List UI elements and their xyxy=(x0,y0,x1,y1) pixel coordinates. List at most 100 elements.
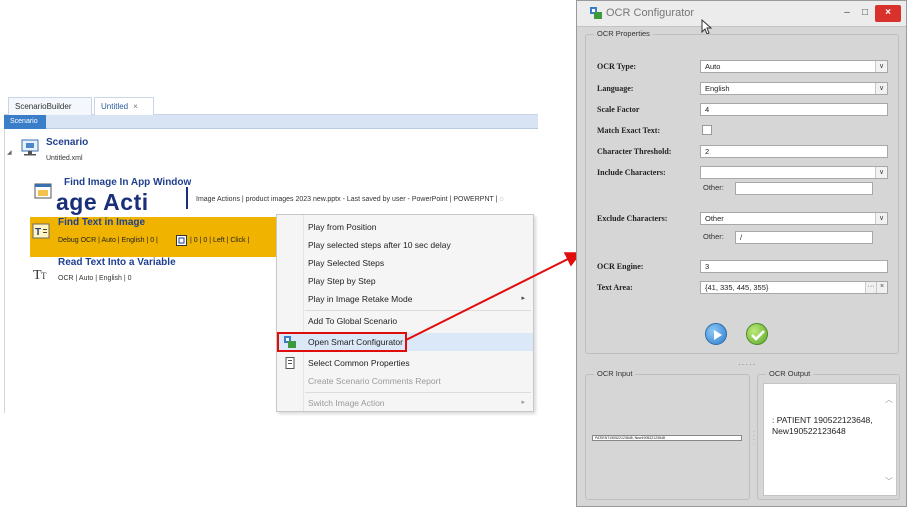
tab-untitled[interactable]: Untitled × xyxy=(94,97,154,115)
chevron-down-icon: ∨ xyxy=(875,213,887,224)
include-characters-select[interactable]: ∨ xyxy=(700,166,888,179)
node-filename: Untitled.xml xyxy=(46,155,83,162)
ok-button[interactable] xyxy=(746,323,768,345)
submenu-arrow-icon: ▸ xyxy=(521,295,525,302)
test-ocr-button[interactable] xyxy=(705,323,727,345)
menu-item-label: Add To Global Scenario xyxy=(308,316,398,326)
exclude-other-input[interactable]: / xyxy=(735,231,873,244)
ocr-engine-input[interactable]: 3 xyxy=(700,260,888,273)
include-characters-label: Include Characters: xyxy=(597,168,666,177)
tab-close-icon[interactable]: × xyxy=(133,102,138,111)
node-title: Read Text Into a Variable xyxy=(58,257,176,268)
character-threshold-label: Character Threshold: xyxy=(597,147,672,156)
screenshot-root: ScenarioBuilder Help Untitled × Scenario … xyxy=(0,0,912,510)
menu-item-play-selected-steps[interactable]: Play Selected Steps xyxy=(277,254,533,272)
tree-node-scenario[interactable]: Scenario Untitled.xml xyxy=(20,135,520,175)
node-params: Image Actions | product images 2023 new.… xyxy=(196,196,504,203)
node-title: Find Image In App Window xyxy=(64,177,192,188)
include-other-input[interactable] xyxy=(735,182,873,195)
region-select-icon xyxy=(176,235,187,246)
collapse-triangle-icon[interactable]: ◢ xyxy=(7,149,12,156)
character-threshold-input[interactable]: 2 xyxy=(700,145,888,158)
tree-node-find-text-selected[interactable]: T Find Text in Image Debug OCR | Auto | … xyxy=(30,217,280,257)
text-area-value: {41, 335, 445, 355} xyxy=(705,283,769,292)
exclude-characters-label: Exclude Characters: xyxy=(597,214,668,223)
clear-button[interactable]: × xyxy=(876,282,887,293)
context-menu: Play from Position Play selected steps a… xyxy=(276,214,534,412)
ocr-output-textbox[interactable]: : PATIENT 190522123648, New190522123648 … xyxy=(763,383,897,496)
scale-factor-input[interactable]: 4 xyxy=(700,103,888,116)
scroll-up-icon[interactable]: ︿ xyxy=(885,394,893,405)
menu-item-label: Switch Image Action xyxy=(308,398,385,408)
captured-image-divider xyxy=(186,187,188,209)
vertical-splitter[interactable]: · · · · xyxy=(753,429,755,447)
menu-item-label: Play Step by Step xyxy=(308,276,376,286)
dialog-titlebar[interactable]: OCR Configurator – □ × xyxy=(577,1,906,27)
scale-factor-label: Scale Factor xyxy=(597,105,640,114)
minimize-button[interactable]: – xyxy=(839,5,855,22)
ocr-configurator-dialog: OCR Configurator – □ × OCR Properties OC… xyxy=(576,0,907,507)
checkmark-icon xyxy=(751,330,765,341)
scenario-subbar: Scenario xyxy=(4,115,538,129)
menu-item-select-common-properties[interactable]: Select Common Properties xyxy=(277,354,533,372)
close-button[interactable]: × xyxy=(875,5,901,22)
annotation-highlight-box xyxy=(277,332,407,352)
language-select[interactable]: English ∨ xyxy=(700,82,888,95)
chevron-down-icon: ∨ xyxy=(875,61,887,72)
group-label: OCR Properties xyxy=(594,29,653,38)
text-in-image-icon: T xyxy=(32,223,50,239)
image-window-icon xyxy=(34,183,52,199)
language-label: Language: xyxy=(597,84,634,93)
node-params-continued: | 0 | 0 | Left | Click | xyxy=(190,237,250,244)
dialog-title: OCR Configurator xyxy=(606,7,695,19)
horizontal-splitter[interactable]: ····· xyxy=(738,360,756,369)
select-value: Other xyxy=(705,214,724,223)
menu-item-label: Select Common Properties xyxy=(308,358,410,368)
tree-node-find-image[interactable]: Find Image In App Window age Acti Image … xyxy=(30,177,538,215)
menu-item-label: Play in Image Retake Mode xyxy=(308,294,413,304)
menu-separator xyxy=(305,310,531,311)
menu-item-play-from-position[interactable]: Play from Position xyxy=(277,218,533,236)
node-params: OCR | Auto | English | 0 xyxy=(58,275,132,282)
ocr-type-select[interactable]: Auto ∨ xyxy=(700,60,888,73)
submenu-arrow-icon: ▸ xyxy=(521,399,525,406)
svg-text:T: T xyxy=(41,271,47,281)
ocr-input-image: PATIENT190522123648, New190522123648 xyxy=(592,435,742,441)
tab-scenario[interactable]: Scenario xyxy=(4,115,46,129)
menu-item-play-step-by-step[interactable]: Play Step by Step xyxy=(277,272,533,290)
panel-border xyxy=(4,129,5,413)
group-label: OCR Input xyxy=(594,369,636,378)
tab-scenariobuilder-help[interactable]: ScenarioBuilder Help xyxy=(8,97,92,128)
exclude-characters-select[interactable]: Other ∨ xyxy=(700,212,888,225)
node-params: Debug OCR | Auto | English | 0 | xyxy=(58,237,158,244)
text-area-label: Text Area: xyxy=(597,283,633,292)
ocr-output-group: OCR Output : PATIENT 190522123648, New19… xyxy=(757,369,900,500)
scroll-down-icon[interactable]: ﹀ xyxy=(885,476,893,487)
chevron-down-icon: ∨ xyxy=(875,167,887,178)
menu-item-play-after-delay[interactable]: Play selected steps after 10 sec delay xyxy=(277,236,533,254)
ocr-type-label: OCR Type: xyxy=(597,62,637,71)
captured-image-text: age Acti xyxy=(56,189,149,215)
read-text-icon: T T xyxy=(33,268,47,281)
select-value: Auto xyxy=(705,62,721,71)
document-tab-bar: ScenarioBuilder Help Untitled × xyxy=(4,95,538,128)
ocr-output-text: : PATIENT 190522123648, New190522123648 xyxy=(772,415,873,436)
maximize-button[interactable]: □ xyxy=(857,5,873,22)
menu-item-play-image-retake[interactable]: Play in Image Retake Mode ▸ xyxy=(277,290,533,308)
browse-button[interactable]: ··· xyxy=(865,282,876,293)
menu-item-add-to-global[interactable]: Add To Global Scenario xyxy=(277,312,533,330)
match-exact-text-checkbox[interactable] xyxy=(702,125,712,135)
menu-item-switch-image-action[interactable]: Switch Image Action ▸ xyxy=(277,394,533,412)
menu-item-label: Create Scenario Comments Report xyxy=(308,376,441,386)
ocr-input-group: OCR Input PATIENT190522123648, New190522… xyxy=(585,369,755,500)
text-area-input[interactable]: {41, 335, 445, 355} ··· × xyxy=(700,281,888,294)
chevron-down-icon: ∨ xyxy=(875,83,887,94)
ocr-engine-label: OCR Engine: xyxy=(597,262,644,271)
menu-item-create-comments-report[interactable]: Create Scenario Comments Report xyxy=(277,372,533,390)
document-icon xyxy=(285,357,295,369)
include-other-label: Other: xyxy=(703,183,724,192)
match-exact-text-label: Match Exact Text: xyxy=(597,126,661,135)
node-title: Find Text in Image xyxy=(58,217,146,228)
configurator-icon xyxy=(590,7,602,19)
tree-node-read-text[interactable]: T T Read Text Into a Variable OCR | Auto… xyxy=(30,257,280,293)
